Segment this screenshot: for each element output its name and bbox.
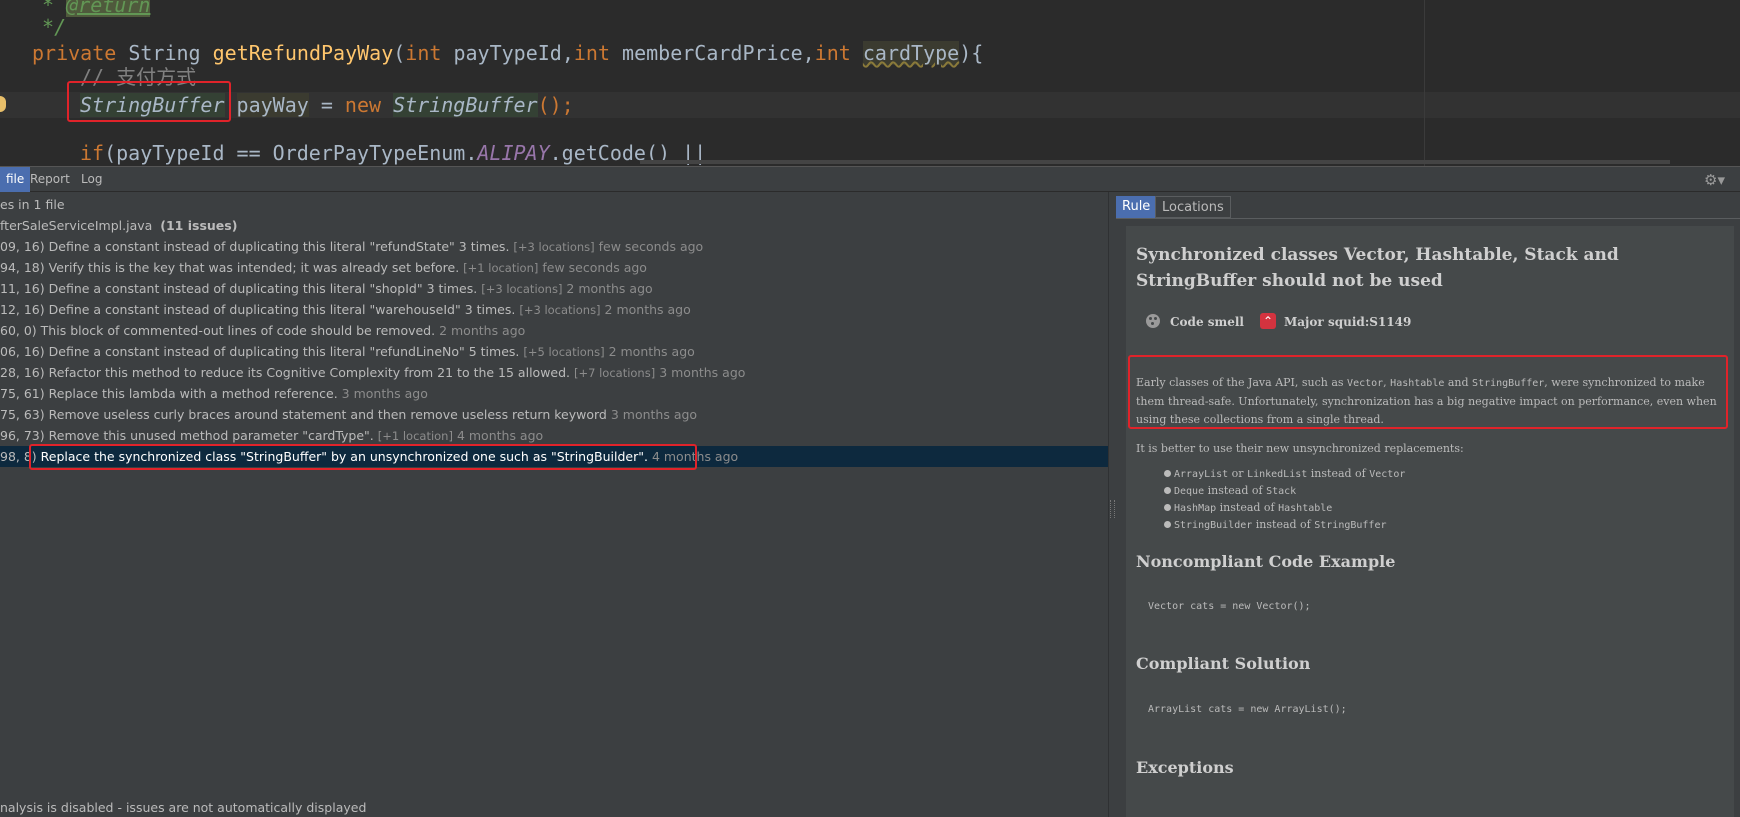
tool-window-tabs: file Report Log ⚙▾ bbox=[0, 166, 1740, 192]
rule-panel: Rule Locations Synchronized classes Vect… bbox=[1116, 192, 1740, 817]
issue-row[interactable]: 09, 16) Define a constant instead of dup… bbox=[0, 236, 1108, 257]
issue-row[interactable]: 94, 18) Verify this is the key that was … bbox=[0, 257, 1108, 278]
exceptions-heading: Exceptions bbox=[1136, 758, 1234, 777]
major-severity-icon: ⌃ bbox=[1260, 313, 1276, 329]
unused-param-cardType: cardType bbox=[862, 41, 960, 65]
rule-type: Code smell bbox=[1170, 315, 1244, 329]
highlight-box-stringbuffer bbox=[67, 81, 231, 122]
list-item: ArrayList or LinkedList instead of Vecto… bbox=[1163, 465, 1405, 483]
javadoc-return-tag: @return bbox=[66, 0, 151, 17]
tab-locations[interactable]: Locations bbox=[1155, 196, 1231, 218]
issue-row[interactable]: 28, 16) Refactor this method to reduce i… bbox=[0, 362, 1108, 383]
list-item: Deque instead of Stack bbox=[1163, 482, 1296, 500]
issue-row[interactable]: 75, 61) Replace this lambda with a metho… bbox=[0, 383, 1108, 404]
issue-row[interactable]: 75, 63) Remove useless curly braces arou… bbox=[0, 404, 1108, 425]
tab-rule[interactable]: Rule bbox=[1116, 196, 1157, 218]
splitter-grip-icon[interactable] bbox=[1110, 500, 1115, 518]
rule-key: squid:S1149 bbox=[1328, 315, 1412, 329]
compliant-heading: Compliant Solution bbox=[1136, 654, 1311, 673]
issue-row[interactable]: 12, 16) Define a constant instead of dup… bbox=[0, 299, 1108, 320]
stringbuffer-constructor: StringBuffer bbox=[393, 93, 538, 117]
tab-log[interactable]: Log bbox=[75, 167, 108, 192]
issue-count: (11 issues) bbox=[160, 218, 238, 233]
tab-divider bbox=[1116, 218, 1740, 219]
rule-severity: Major bbox=[1284, 315, 1324, 329]
issues-summary: es in 1 file bbox=[0, 197, 65, 212]
rule-title: Synchronized classes Vector, Hashtable, … bbox=[1136, 245, 1619, 291]
noncompliant-heading: Noncompliant Code Example bbox=[1136, 552, 1396, 571]
compliant-code: ArrayList cats = new ArrayList(); bbox=[1148, 704, 1347, 715]
analysis-status-text: nalysis is disabled - issues are not aut… bbox=[0, 800, 367, 815]
right-margin-guide bbox=[1424, 0, 1425, 166]
code-editor[interactable]: * @return */ private String getRefundPay… bbox=[0, 0, 1740, 166]
file-name: fterSaleServiceImpl.java bbox=[0, 218, 153, 233]
issue-row[interactable]: 11, 16) Define a constant instead of dup… bbox=[0, 278, 1108, 299]
issues-panel: es in 1 file fterSaleServiceImpl.java (1… bbox=[0, 192, 1108, 817]
editor-horizontal-scrollbar[interactable] bbox=[640, 160, 1670, 164]
tab-report[interactable]: Report bbox=[24, 167, 76, 192]
code-line-javadoc-end: */ bbox=[30, 15, 67, 39]
code-line-if: if(payTypeId == OrderPayTypeEnum.ALIPAY.… bbox=[80, 141, 707, 165]
list-item: HashMap instead of Hashtable bbox=[1163, 499, 1332, 517]
rule-description: Synchronized classes Vector, Hashtable, … bbox=[1126, 226, 1734, 817]
file-node[interactable]: fterSaleServiceImpl.java (11 issues) bbox=[0, 215, 1108, 236]
rule-paragraph-replacements: It is better to use their new unsynchron… bbox=[1136, 442, 1464, 455]
gear-icon[interactable]: ⚙▾ bbox=[1704, 172, 1730, 188]
noncompliant-code: Vector cats = new Vector(); bbox=[1148, 601, 1311, 612]
issue-row[interactable]: 60, 0) This block of commented-out lines… bbox=[0, 320, 1108, 341]
issue-row[interactable]: 96, 73) Remove this unused method parame… bbox=[0, 425, 1108, 446]
issue-row[interactable]: 06, 16) Define a constant instead of dup… bbox=[0, 341, 1108, 362]
list-item: StringBuilder instead of StringBuffer bbox=[1164, 516, 1387, 534]
code-line-method-signature: private String getRefundPayWay(int payTy… bbox=[32, 41, 984, 65]
highlight-box-selected-issue bbox=[29, 444, 697, 470]
variable-payWay: payWay bbox=[236, 93, 309, 117]
code-smell-icon bbox=[1146, 314, 1160, 328]
highlight-box-rule-intro bbox=[1128, 355, 1728, 429]
method-name: getRefundPayWay bbox=[212, 41, 394, 65]
